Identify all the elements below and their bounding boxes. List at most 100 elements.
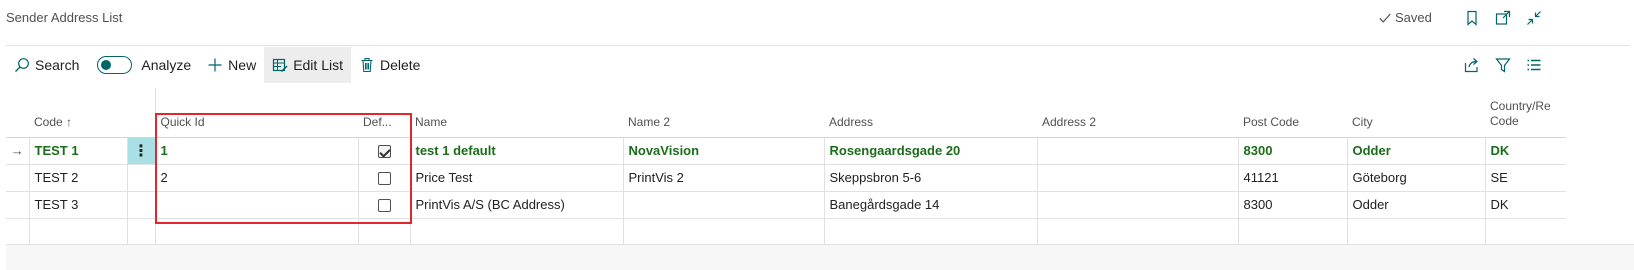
cell-quick-id[interactable] <box>154 218 358 246</box>
column-city[interactable]: City <box>1347 88 1485 138</box>
cell-code[interactable]: TEST 2 <box>28 164 127 192</box>
cell-address-2[interactable] <box>1036 191 1238 219</box>
cell-city[interactable]: Göteborg <box>1346 164 1485 192</box>
cell-name[interactable]: Price Test <box>409 164 623 192</box>
grid-footer <box>6 244 1634 270</box>
column-country-line-2: Code <box>1490 113 1519 128</box>
list-view-icon[interactable] <box>1525 56 1543 74</box>
cell-name[interactable]: test 1 default <box>409 137 623 165</box>
search-button[interactable]: Search <box>6 47 87 83</box>
current-row-arrow-icon: → <box>6 137 29 165</box>
column-name-2[interactable]: Name 2 <box>623 88 824 138</box>
default-checkbox[interactable] <box>377 172 391 186</box>
cell-city[interactable]: Odder <box>1346 191 1485 219</box>
sender-address-table: Code ↑ Quick Id Def... Name Name 2 Addre… <box>6 88 1566 246</box>
cell-address[interactable]: Skeppsbron 5-6 <box>823 164 1037 192</box>
cell-address[interactable]: Banegårdsgade 14 <box>823 191 1037 219</box>
edit-list-button[interactable]: Edit List <box>264 47 351 83</box>
table-row[interactable]: → TEST 1 ⋮ 1 test 1 default NovaVision R… <box>6 137 1566 165</box>
cell-quick-id[interactable] <box>154 191 358 219</box>
cell-post-code[interactable]: 8300 <box>1237 137 1347 165</box>
delete-button[interactable]: Delete <box>351 47 428 83</box>
column-code[interactable]: Code ↑ <box>29 88 127 138</box>
row-menu-icon[interactable]: ⋮ <box>126 137 155 165</box>
column-default[interactable]: Def... <box>358 88 410 138</box>
column-address[interactable]: Address <box>824 88 1037 138</box>
cell-name-2[interactable] <box>622 218 824 246</box>
new-row[interactable] <box>6 218 1566 246</box>
new-label: New <box>228 57 257 73</box>
cell-name-2[interactable] <box>622 191 824 219</box>
cell-country[interactable]: DK <box>1484 137 1566 165</box>
column-address-2[interactable]: Address 2 <box>1037 88 1238 138</box>
cell-name-2[interactable]: NovaVision <box>622 137 824 165</box>
row-selector[interactable] <box>6 164 29 192</box>
cell-address-2[interactable] <box>1036 218 1238 246</box>
cell-name-2[interactable]: PrintVis 2 <box>622 164 824 192</box>
default-checkbox[interactable] <box>377 199 391 213</box>
table-row[interactable]: TEST 2 2 Price Test PrintVis 2 Skeppsbro… <box>6 164 1566 192</box>
header-row-menu <box>127 88 155 138</box>
column-quick-id[interactable]: Quick Id <box>154 88 358 138</box>
cell-city[interactable]: Odder <box>1346 137 1485 165</box>
share-icon[interactable] <box>1463 56 1481 74</box>
toggle-knob <box>101 59 112 70</box>
action-bar: Search Analyze New Edit List Delete <box>6 47 1634 83</box>
row-menu-cell[interactable] <box>126 191 155 219</box>
cell-address-2[interactable] <box>1036 164 1238 192</box>
row-menu-cell[interactable] <box>126 218 155 246</box>
edit-list-label: Edit List <box>293 57 343 73</box>
cell-country[interactable] <box>1484 218 1566 246</box>
trash-icon <box>361 57 373 73</box>
row-selector[interactable] <box>6 218 29 246</box>
new-button[interactable]: New <box>199 47 264 83</box>
analyze-switch[interactable] <box>97 56 133 74</box>
table-row[interactable]: TEST 3 PrintVis A/S (BC Address) Banegår… <box>6 191 1566 219</box>
search-icon <box>15 58 29 72</box>
cell-address-2[interactable] <box>1036 137 1238 165</box>
cell-code[interactable]: TEST 1 <box>28 137 127 165</box>
search-label: Search <box>35 57 80 73</box>
header-row: Code ↑ Quick Id Def... Name Name 2 Addre… <box>6 88 1566 138</box>
cell-code[interactable]: TEST 3 <box>28 191 127 219</box>
checkmark-icon <box>1379 13 1391 23</box>
cell-default[interactable] <box>357 137 410 165</box>
cell-quick-id[interactable]: 1 <box>154 137 358 165</box>
cell-post-code[interactable]: 41121 <box>1237 164 1347 192</box>
edit-list-icon <box>273 58 288 72</box>
cell-default[interactable] <box>357 191 410 219</box>
cell-country[interactable]: SE <box>1484 164 1566 192</box>
row-selector[interactable] <box>6 191 29 219</box>
cell-address[interactable] <box>823 218 1037 246</box>
saved-status-label: Saved <box>1395 10 1432 25</box>
open-in-new-window-icon[interactable] <box>1494 9 1512 27</box>
column-country-code[interactable]: Country/Re Code <box>1485 88 1566 138</box>
cell-post-code[interactable]: 8300 <box>1237 191 1347 219</box>
header-select <box>6 88 29 138</box>
cell-country[interactable]: DK <box>1484 191 1566 219</box>
page-title: Sender Address List <box>6 10 123 25</box>
cell-default[interactable] <box>357 218 410 246</box>
list-grid: Code ↑ Quick Id Def... Name Name 2 Addre… <box>6 88 1634 270</box>
bookmark-icon[interactable] <box>1463 9 1481 27</box>
cell-name[interactable] <box>409 218 623 246</box>
default-checkbox[interactable] <box>377 145 391 159</box>
cell-code[interactable] <box>28 218 127 246</box>
column-country-line-1: Country/Re <box>1490 98 1551 113</box>
cell-name[interactable]: PrintVis A/S (BC Address) <box>409 191 623 219</box>
cell-address[interactable]: Rosengaardsgade 20 <box>823 137 1037 165</box>
cell-post-code[interactable] <box>1237 218 1347 246</box>
filter-icon[interactable] <box>1494 56 1512 74</box>
column-name[interactable]: Name <box>410 88 623 138</box>
saved-status: Saved <box>1378 10 1432 25</box>
cell-quick-id[interactable]: 2 <box>154 164 358 192</box>
analyze-label: Analyze <box>141 57 192 73</box>
collapse-icon[interactable] <box>1525 9 1543 27</box>
row-menu-cell[interactable] <box>126 164 155 192</box>
plus-icon <box>208 58 222 72</box>
cell-city[interactable] <box>1346 218 1485 246</box>
analyze-toggle[interactable]: Analyze <box>87 47 199 83</box>
column-post-code[interactable]: Post Code <box>1238 88 1347 138</box>
cell-default[interactable] <box>357 164 410 192</box>
delete-label: Delete <box>380 57 421 73</box>
